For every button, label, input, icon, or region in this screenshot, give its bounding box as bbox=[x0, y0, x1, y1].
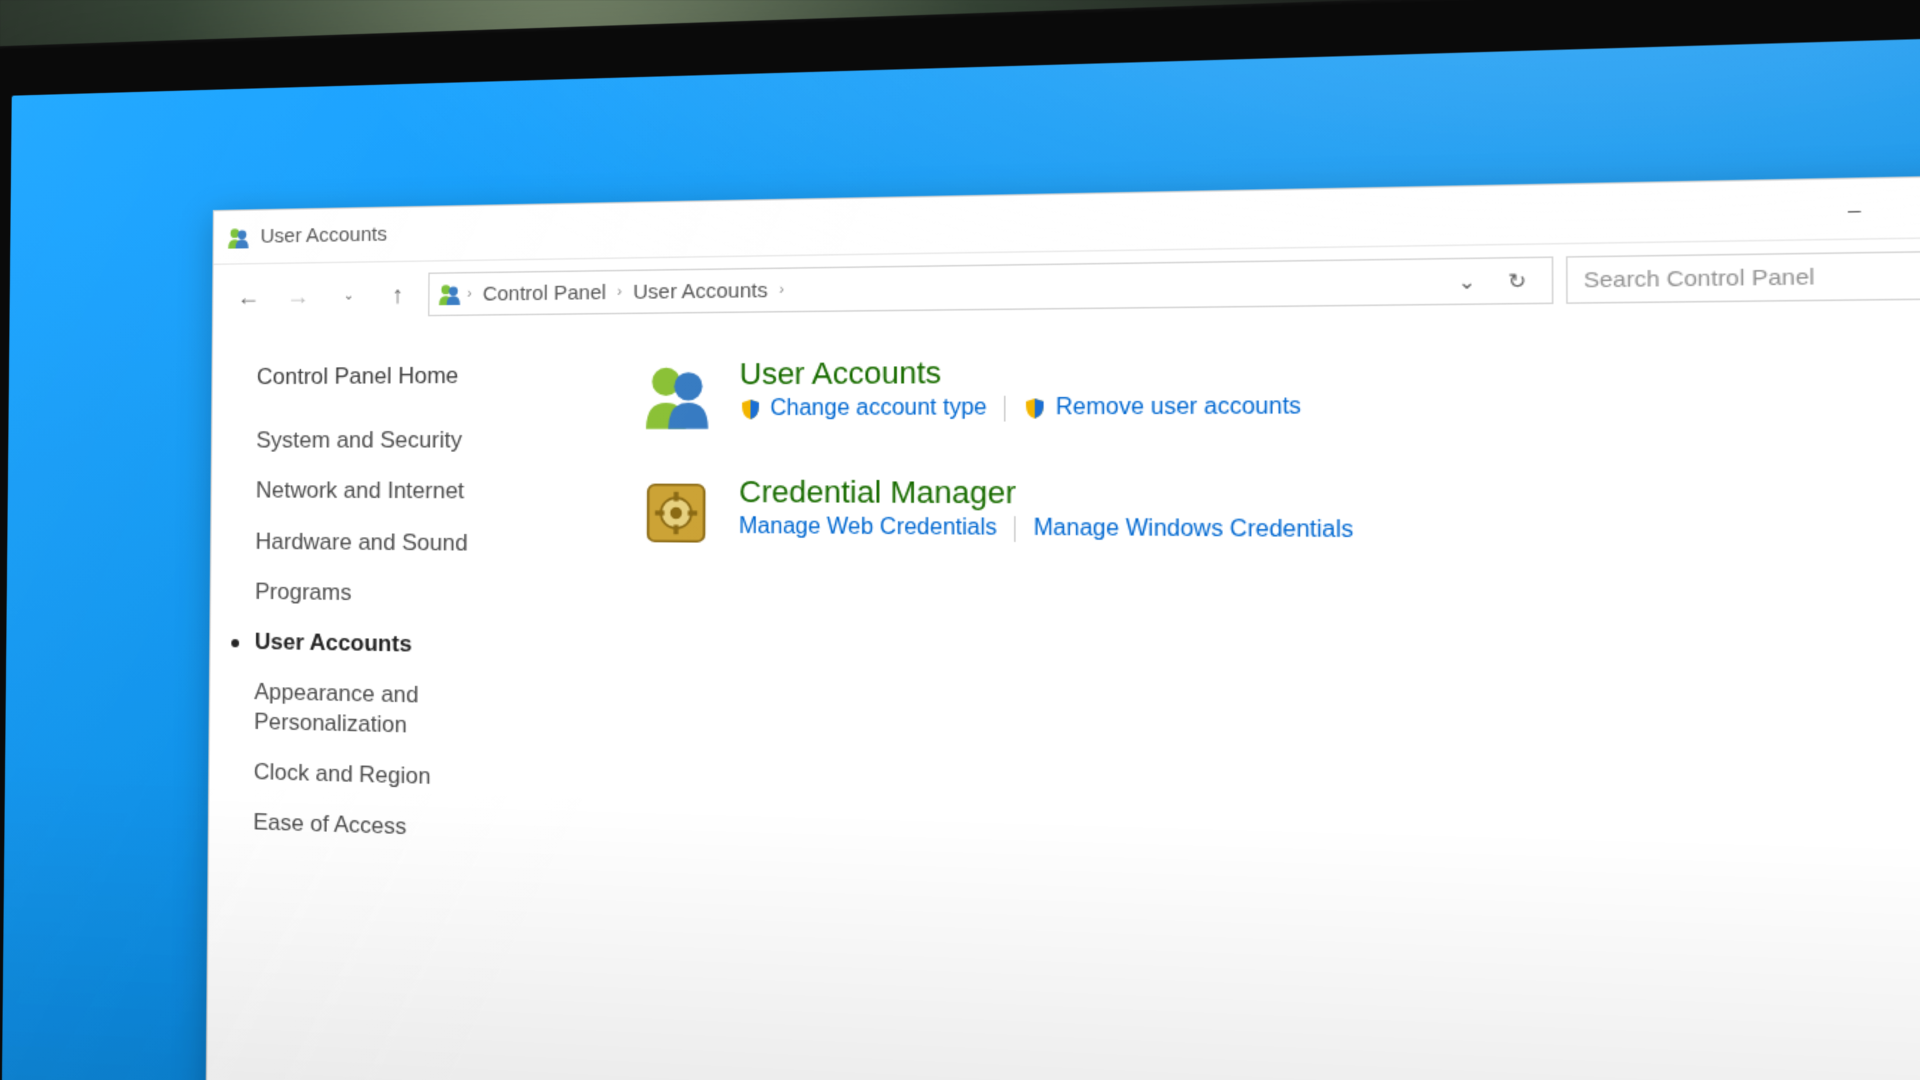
address-history-dropdown[interactable]: ⌄ bbox=[1442, 259, 1492, 304]
divider bbox=[1014, 517, 1015, 543]
credential-manager-icon bbox=[639, 476, 714, 552]
window-controls: – ☐ ✕ bbox=[1811, 176, 1920, 239]
window-title: User Accounts bbox=[260, 223, 387, 248]
address-bar[interactable]: › Control Panel › User Accounts › ⌄ ↻ bbox=[428, 257, 1553, 317]
shield-icon bbox=[1023, 398, 1047, 421]
titlebar: User Accounts – ☐ ✕ bbox=[214, 175, 1920, 265]
forward-button[interactable]: → bbox=[278, 276, 317, 317]
link-manage-web-credentials[interactable]: Manage Web Credentials bbox=[739, 515, 997, 542]
sidebar-item-hardware-and-sound[interactable]: Hardware and Sound bbox=[255, 527, 572, 558]
sidebar-home-link[interactable]: Control Panel Home bbox=[257, 362, 574, 391]
sidebar-item-ease-of-access[interactable]: Ease of Access bbox=[253, 808, 571, 847]
category-user-accounts: User Accounts bbox=[639, 349, 1920, 434]
sidebar-item-system-and-security[interactable]: System and Security bbox=[256, 426, 573, 455]
link-label: Remove user accounts bbox=[1056, 395, 1302, 422]
sidebar-item-programs[interactable]: Programs bbox=[255, 577, 572, 610]
user-accounts-icon bbox=[639, 358, 714, 434]
category-credential-manager: Credential Manager Manage Web Credential… bbox=[639, 476, 1920, 562]
back-button[interactable]: ← bbox=[229, 277, 268, 318]
up-button[interactable]: ↑ bbox=[378, 274, 418, 315]
category-title-user-accounts[interactable]: User Accounts bbox=[739, 354, 1301, 392]
sidebar-item-appearance-and-personalization[interactable]: Appearance and Personalization bbox=[254, 678, 572, 743]
recent-locations-button[interactable]: ⌄ bbox=[328, 275, 368, 316]
chevron-down-icon: ⌄ bbox=[343, 288, 354, 303]
shield-icon bbox=[739, 399, 762, 422]
breadcrumb-sep: › bbox=[617, 284, 622, 301]
search-input[interactable] bbox=[1584, 262, 1920, 293]
sidebar-item-clock-and-region[interactable]: Clock and Region bbox=[254, 757, 572, 795]
main-content: User Accounts bbox=[594, 311, 1920, 1080]
breadcrumb-child[interactable]: User Accounts bbox=[628, 279, 774, 305]
breadcrumb-sep: › bbox=[779, 282, 784, 299]
control-panel-window: User Accounts – ☐ ✕ ← → ⌄ bbox=[205, 174, 1920, 1080]
link-label: Manage Windows Credentials bbox=[1034, 517, 1354, 545]
breadcrumb-root[interactable]: Control Panel bbox=[477, 281, 611, 306]
search-box[interactable]: ⌕ bbox=[1566, 250, 1920, 305]
link-remove-user-accounts[interactable]: Remove user accounts bbox=[1023, 395, 1301, 422]
link-label: Manage Web Credentials bbox=[739, 515, 997, 542]
maximize-button[interactable]: ☐ bbox=[1897, 178, 1920, 238]
link-manage-windows-credentials[interactable]: Manage Windows Credentials bbox=[1034, 517, 1354, 545]
category-title-credential-manager[interactable]: Credential Manager bbox=[739, 476, 1354, 513]
minimize-button[interactable]: – bbox=[1811, 179, 1897, 238]
divider bbox=[1004, 396, 1005, 422]
sidebar-item-user-accounts[interactable]: User Accounts bbox=[255, 628, 573, 662]
link-change-account-type[interactable]: Change account type bbox=[739, 397, 987, 423]
breadcrumb-sep: › bbox=[467, 286, 472, 302]
sidebar-item-network-and-internet[interactable]: Network and Internet bbox=[256, 477, 573, 507]
refresh-button[interactable]: ↻ bbox=[1492, 258, 1543, 303]
sidebar: Control Panel Home System and Security N… bbox=[207, 326, 599, 1080]
sidebar-category-list: System and Security Network and Internet… bbox=[253, 426, 573, 847]
user-accounts-app-icon bbox=[227, 225, 250, 250]
window-body: Control Panel Home System and Security N… bbox=[207, 311, 1920, 1080]
link-label: Change account type bbox=[770, 397, 987, 423]
address-bar-icon bbox=[437, 282, 461, 307]
desktop-screen: User Accounts – ☐ ✕ ← → ⌄ bbox=[2, 35, 1920, 1080]
